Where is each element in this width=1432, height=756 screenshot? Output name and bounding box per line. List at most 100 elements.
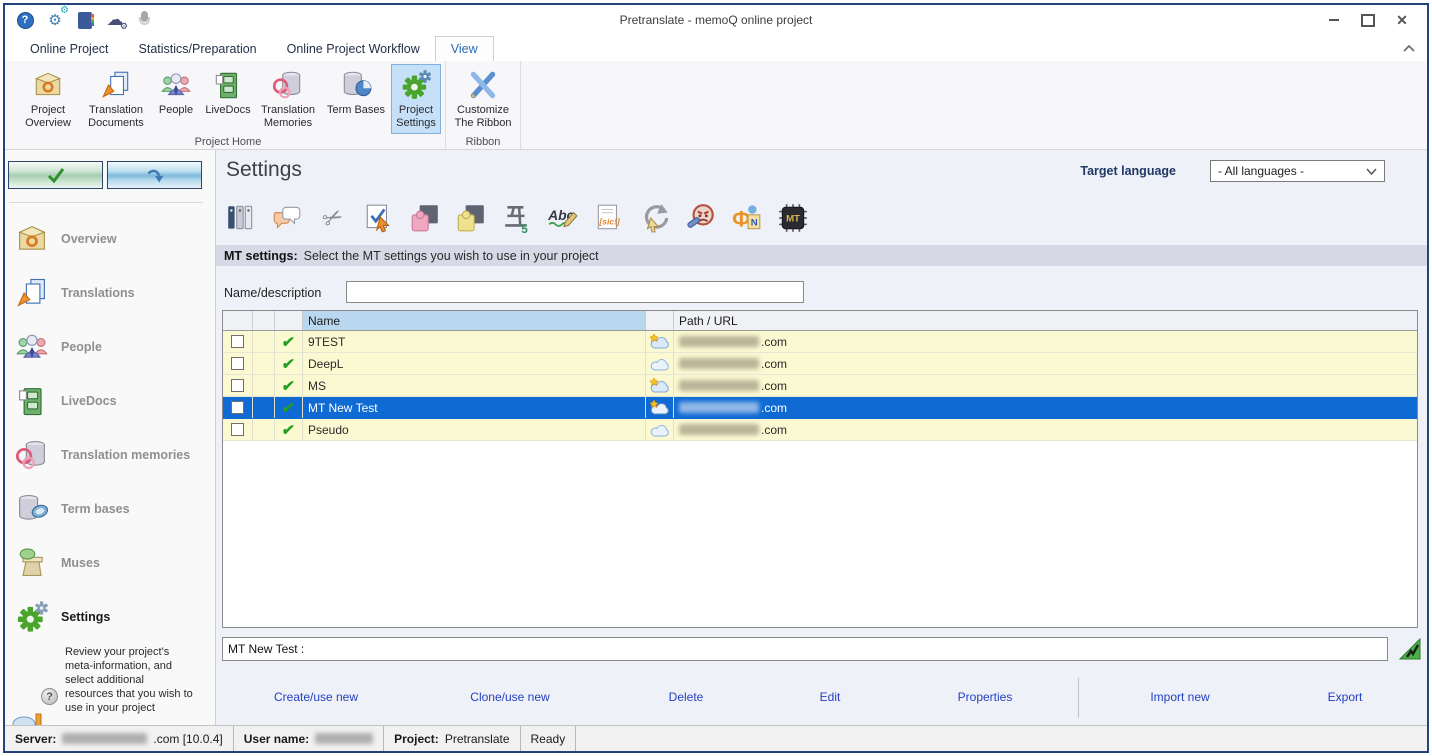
maximize-button[interactable] [1353, 9, 1383, 31]
row-checkbox[interactable] [231, 335, 244, 348]
lqa-models-icon[interactable] [684, 200, 718, 236]
segmentation-rules-icon[interactable]: ✂ [316, 200, 350, 236]
window-controls: ✕ [1319, 9, 1427, 31]
settings-category-strip: ✂ 5 Abc [sic!] ΦN MT [224, 200, 810, 236]
svg-text:N: N [751, 217, 758, 228]
sidebar-item-livedocs[interactable]: LiveDocs [5, 374, 215, 428]
tab-online-project[interactable]: Online Project [15, 37, 124, 61]
project-overview-button[interactable]: Project Overview [15, 64, 81, 134]
row-path-suffix: .com [761, 401, 787, 415]
row-checkbox[interactable] [231, 357, 244, 370]
autocorrect-icon[interactable]: Abc [546, 200, 580, 236]
column-header-status[interactable] [275, 311, 303, 330]
redacted-url [679, 336, 759, 347]
package-icon [31, 68, 65, 102]
non-translatable-lists-icon[interactable] [454, 200, 488, 236]
import-new-link[interactable]: Import new [1150, 690, 1209, 704]
table-row[interactable]: ✔ Pseudo .com [223, 419, 1417, 441]
ribbon-tab-bar: Online Project Statistics/Preparation On… [5, 35, 1427, 61]
status-ready: Ready [521, 726, 577, 751]
sidebar-item-overview[interactable]: Overview [5, 212, 215, 266]
general-resources-icon[interactable] [224, 200, 258, 236]
sidebar-item-muses[interactable]: Muses [5, 536, 215, 590]
communication-icon[interactable] [270, 200, 304, 236]
deliver-return-button[interactable] [8, 161, 103, 189]
mt-settings-icon[interactable]: MT [776, 200, 810, 236]
number-formats-icon[interactable]: 5 [500, 200, 534, 236]
sidebar-item-settings[interactable]: Settings [5, 590, 215, 644]
tab-view[interactable]: View [435, 36, 494, 61]
table-row[interactable]: ✔ DeepL .com [223, 353, 1417, 375]
qa-settings-icon[interactable] [362, 200, 396, 236]
create-use-new-link[interactable]: Create/use new [274, 690, 358, 704]
cloud-star-icon [646, 375, 674, 396]
ignore-lists-icon[interactable]: [sic!] [592, 200, 626, 236]
selected-item-field[interactable]: MT New Test : [222, 637, 1388, 661]
customize-ribbon-button[interactable]: Customize The Ribbon [450, 64, 516, 134]
properties-link[interactable]: Properties [958, 690, 1013, 704]
sidebar-item-people[interactable]: People [5, 320, 215, 374]
sidebar-item-translation-memories[interactable]: Translation memories [5, 428, 215, 482]
main-area: Overview Translations People LiveDocs Tr… [5, 150, 1427, 725]
export-link[interactable]: Export [1328, 690, 1363, 704]
screen: ? ⚙⚙ ☁⚙ Pretranslate - memoQ online proj… [0, 0, 1432, 756]
server-administrator-icon[interactable]: ☁⚙ [105, 10, 125, 30]
resource-console-icon[interactable] [75, 10, 95, 30]
enabled-check-icon: ✔ [281, 377, 296, 395]
row-checkbox[interactable] [231, 379, 244, 392]
people-button[interactable]: People [151, 64, 201, 121]
sidebar-separator [9, 202, 203, 203]
column-header-path[interactable]: Path / URL [674, 311, 1417, 330]
documents-icon [99, 68, 133, 102]
settings-description: Review your project's meta-information, … [65, 645, 195, 715]
column-header-checkbox[interactable] [223, 311, 253, 330]
table-row[interactable]: ✔ 9TEST .com [223, 331, 1417, 353]
column-header-name[interactable]: Name [303, 311, 646, 330]
row-checkbox[interactable] [231, 423, 244, 436]
dictation-icon[interactable] [135, 10, 155, 30]
forward-workflow-button[interactable] [107, 161, 202, 189]
row-path-suffix: .com [761, 335, 787, 349]
name-description-input[interactable] [346, 281, 804, 303]
window-title: Pretranslate - memoQ online project [5, 13, 1427, 27]
shortcuts-icon[interactable] [638, 200, 672, 236]
translation-documents-button[interactable]: Translation Documents [83, 64, 149, 134]
tab-statistics-preparation[interactable]: Statistics/Preparation [124, 37, 272, 61]
help-icon[interactable]: ? [15, 10, 35, 30]
sidebar-item-term-bases[interactable]: Term bases [5, 482, 215, 536]
minimize-button[interactable] [1319, 9, 1349, 31]
status-user: User name: [234, 726, 384, 751]
title-bar: ? ⚙⚙ ☁⚙ Pretranslate - memoQ online proj… [5, 5, 1427, 35]
status-bar: Server: .com [10.0.4] User name: Project… [5, 725, 1427, 751]
table-row-selected[interactable]: ✔ MT New Test .com [223, 397, 1417, 419]
edit-link[interactable]: Edit [820, 690, 841, 704]
options-icon[interactable]: ⚙⚙ [45, 10, 65, 30]
translations-icon [13, 275, 51, 311]
column-header-type[interactable] [646, 311, 674, 330]
delete-link[interactable]: Delete [669, 690, 704, 704]
target-language-dropdown[interactable]: - All languages - [1210, 160, 1385, 182]
status-server: Server: .com [10.0.4] [5, 726, 234, 751]
tab-online-project-workflow[interactable]: Online Project Workflow [272, 37, 435, 61]
row-path-suffix: .com [761, 423, 787, 437]
column-header-blank[interactable] [253, 311, 275, 330]
font-substitution-icon[interactable]: ΦN [730, 200, 764, 236]
redacted-url [679, 424, 759, 435]
table-row[interactable]: ✔ MS .com [223, 375, 1417, 397]
translation-memories-button[interactable]: Translation Memories [255, 64, 321, 134]
row-checkbox[interactable] [231, 401, 244, 414]
auto-translation-rules-icon[interactable] [408, 200, 442, 236]
livedocs-button[interactable]: LiveDocs [203, 64, 253, 121]
translation-memories-icon [271, 68, 305, 102]
clone-use-new-link[interactable]: Clone/use new [470, 690, 549, 704]
sidebar-item-translations[interactable]: Translations [5, 266, 215, 320]
term-bases-button[interactable]: Term Bases [323, 64, 389, 121]
checkmark-icon [46, 166, 66, 184]
redacted-server-name [62, 733, 147, 744]
validate-flag-icon[interactable] [1398, 637, 1422, 661]
row-path-suffix: .com [761, 357, 787, 371]
close-button[interactable]: ✕ [1387, 9, 1417, 31]
collapse-ribbon-icon[interactable] [1403, 39, 1415, 57]
project-settings-button[interactable]: Project Settings [391, 64, 441, 134]
row-name: DeepL [303, 353, 646, 374]
